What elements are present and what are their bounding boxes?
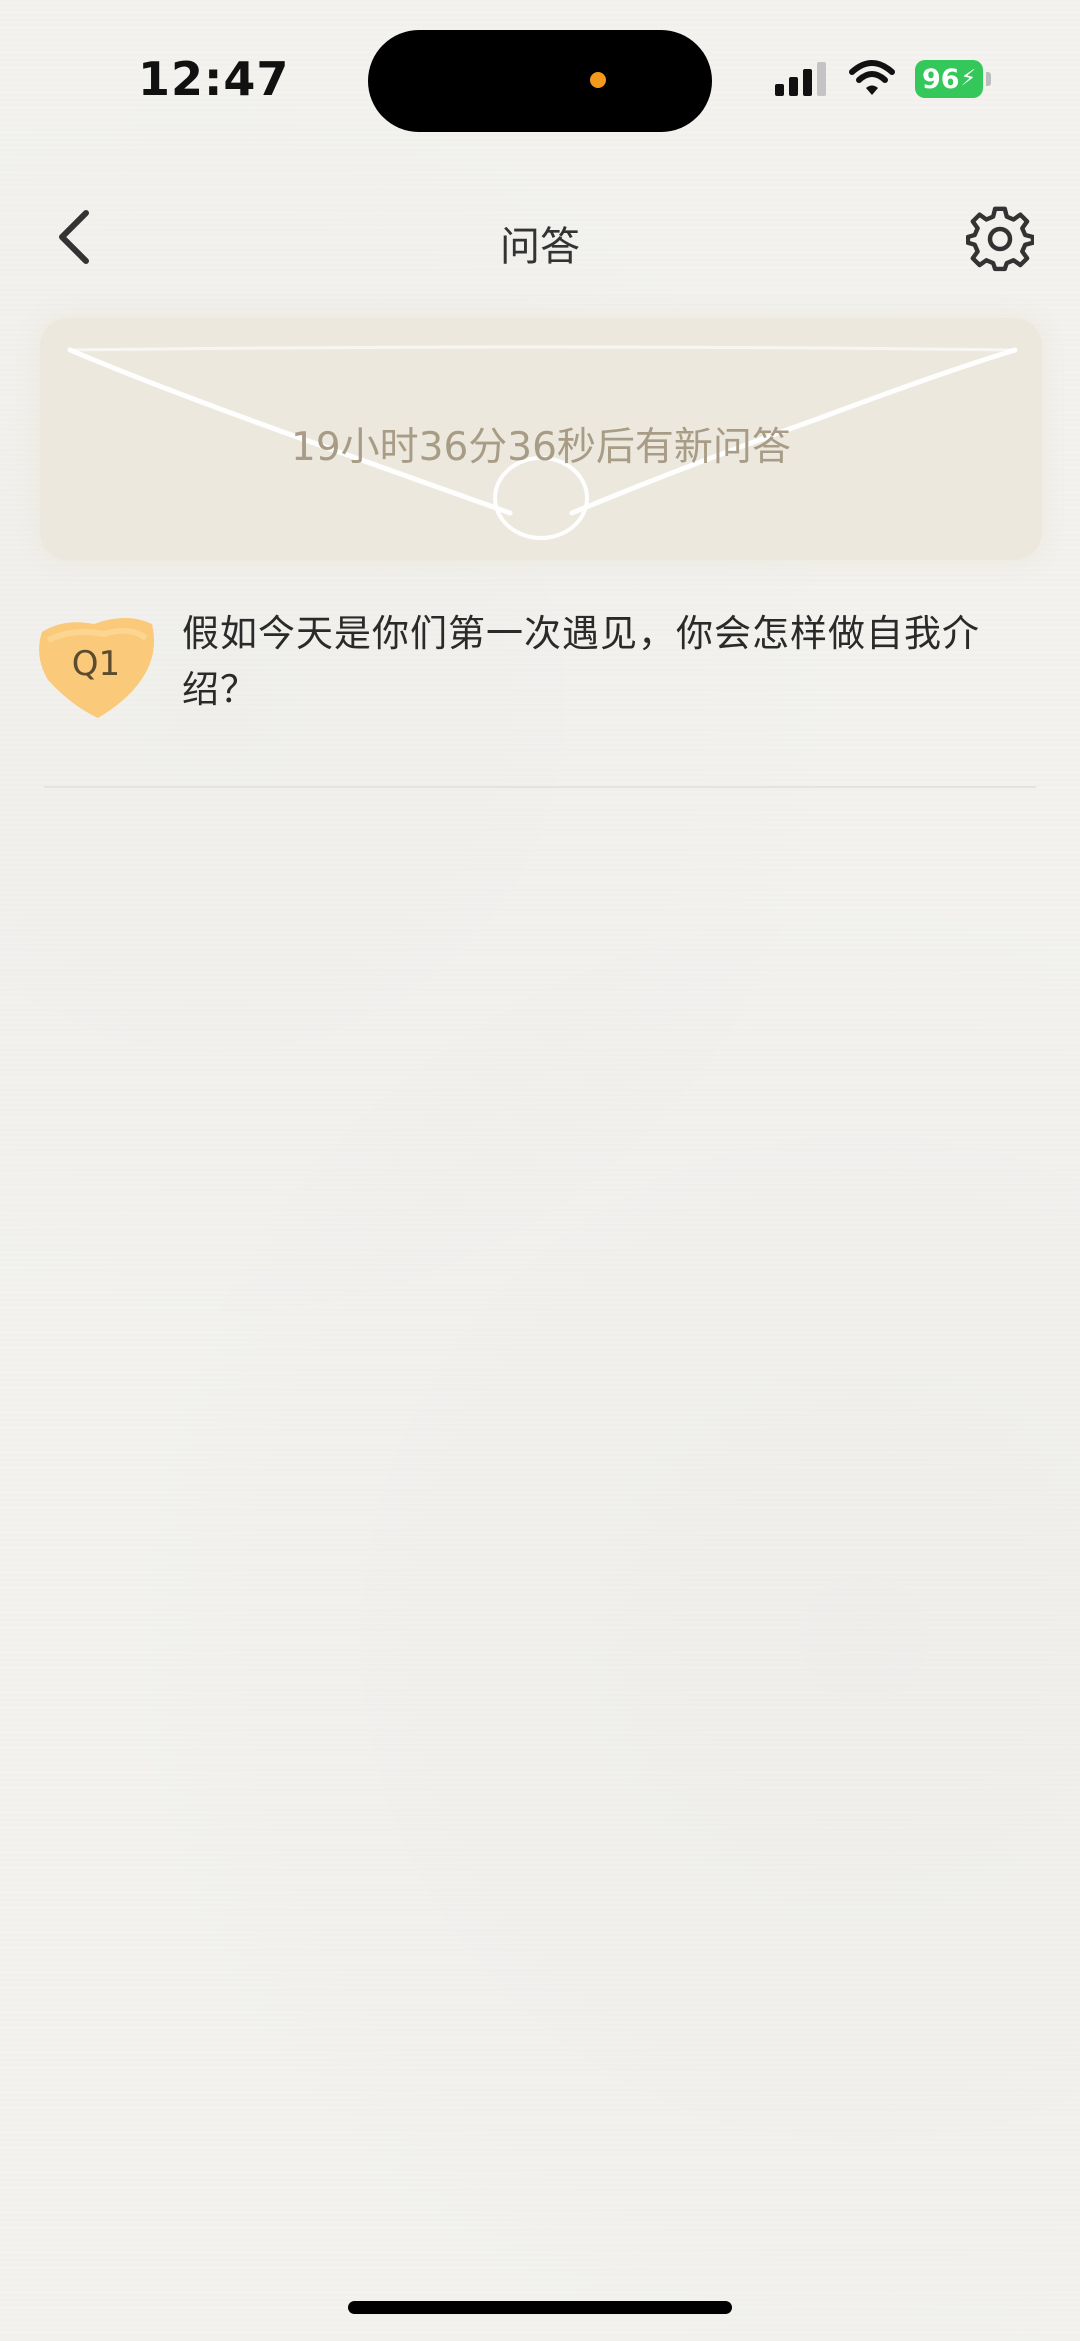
page-title: 问答 <box>500 224 580 270</box>
wifi-icon <box>849 60 895 95</box>
battery-cap <box>986 72 991 86</box>
question-number-label: Q1 <box>71 644 121 684</box>
cellular-signal-icon <box>775 62 826 96</box>
status-time: 12:47 <box>138 52 290 106</box>
new-question-countdown: 19小时36分36秒后有新问答 <box>291 425 791 470</box>
home-indicator[interactable] <box>348 2301 732 2314</box>
settings-gear-icon[interactable] <box>966 205 1034 273</box>
charging-bolt-icon: ⚡ <box>960 66 977 91</box>
dynamic-island <box>368 30 712 132</box>
battery-level: 96 <box>921 63 960 95</box>
next-question-envelope: 19小时36分36秒后有新问答 <box>40 318 1042 560</box>
privacy-indicator-dot <box>590 72 606 88</box>
divider <box>44 786 1036 788</box>
question-text[interactable]: 假如今天是你们第一次遇见，你会怎样做自我介绍？ <box>182 606 1027 718</box>
battery-indicator: 96 ⚡ <box>915 60 983 98</box>
